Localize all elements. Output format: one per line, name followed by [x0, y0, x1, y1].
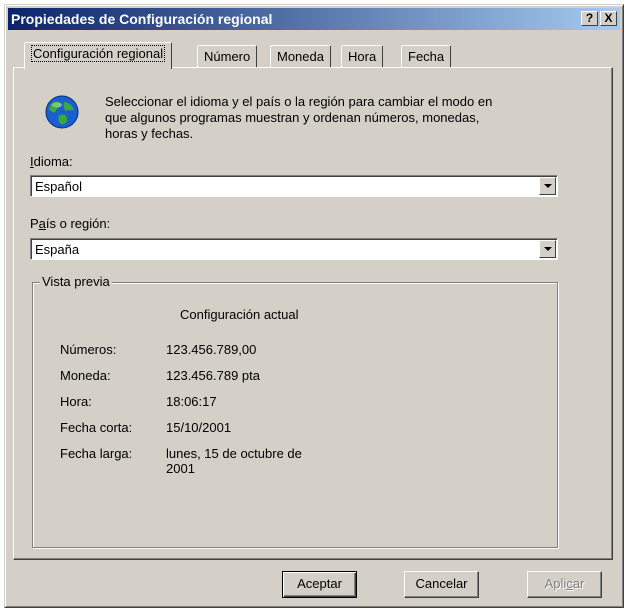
window-title: Propiedades de Configuración regional — [11, 11, 273, 27]
apply-label: Aplicar — [544, 576, 585, 591]
tab-label: Número — [204, 49, 251, 64]
chevron-down-icon[interactable] — [539, 240, 556, 258]
close-icon: X — [604, 11, 613, 25]
title-bar[interactable]: Propiedades de Configuración regional ? … — [8, 8, 620, 30]
language-value: Español — [35, 179, 82, 194]
preview-value: 2001 — [166, 461, 195, 476]
tab-configuracion-regional[interactable]: Configuración regional — [24, 42, 173, 69]
intro-line-3: horas y fechas. — [105, 126, 194, 141]
preview-label: Números: — [60, 342, 117, 357]
tab-label: Fecha — [408, 49, 445, 64]
tab-label: Hora — [348, 49, 377, 64]
region-select[interactable]: España — [30, 238, 558, 260]
tab-moneda[interactable]: Moneda — [270, 45, 331, 67]
tab-numero[interactable]: Número — [197, 45, 258, 67]
ok-label: Aceptar — [297, 576, 342, 591]
tab-hora[interactable]: Hora — [341, 45, 384, 67]
globe-icon — [45, 95, 79, 129]
language-select[interactable]: Español — [30, 175, 558, 197]
tab-label: Moneda — [277, 49, 324, 64]
region-value: España — [35, 242, 80, 257]
preview-value: 18:06:17 — [166, 394, 217, 409]
region-label: País o región: — [30, 216, 111, 231]
help-button[interactable]: ? — [581, 11, 598, 26]
apply-button[interactable]: Aplicar — [527, 571, 602, 598]
preview-value: 123.456.789 pta — [166, 368, 260, 383]
cancel-button[interactable]: Cancelar — [404, 571, 479, 598]
intro-line-2: que algunos programas muestran y ordenan… — [105, 110, 480, 125]
close-button[interactable]: X — [600, 11, 617, 26]
preview-legend: Vista previa — [40, 274, 112, 289]
tab-fecha[interactable]: Fecha — [401, 45, 452, 67]
preview-value: 15/10/2001 — [166, 420, 232, 435]
preview-value: lunes, 15 de octubre de — [166, 446, 302, 461]
preview-value: 123.456.789,00 — [166, 342, 257, 357]
ok-button[interactable]: Aceptar — [282, 571, 357, 598]
cancel-label: Cancelar — [415, 576, 468, 591]
language-label: Idioma: — [30, 154, 73, 169]
tab-label: Configuración regional — [31, 45, 166, 62]
preview-label: Hora: — [60, 394, 92, 409]
intro-line-1: Seleccionar el idioma y el país o la reg… — [105, 94, 493, 109]
preview-label: Fecha corta: — [60, 420, 133, 435]
preview-column-header: Configuración actual — [180, 307, 299, 322]
preview-label: Moneda: — [60, 368, 111, 383]
help-icon: ? — [585, 11, 594, 25]
preview-label: Fecha larga: — [60, 446, 133, 461]
chevron-down-icon[interactable] — [539, 177, 556, 195]
